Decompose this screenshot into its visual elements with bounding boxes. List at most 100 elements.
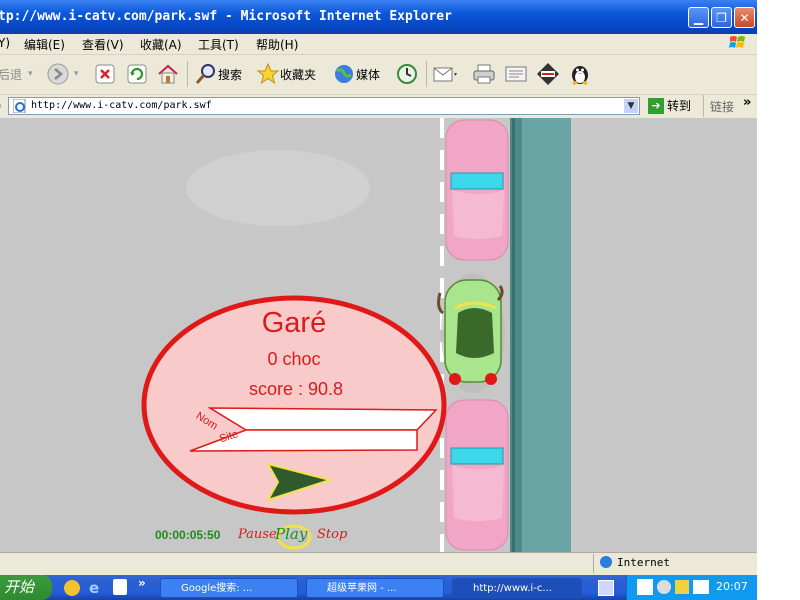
menu-file[interactable]: Y)	[0, 36, 10, 50]
home-icon	[158, 64, 178, 84]
search-icon	[195, 64, 215, 84]
print-button[interactable]	[472, 61, 496, 87]
qq-button[interactable]	[568, 61, 592, 87]
stop-button[interactable]	[94, 61, 116, 87]
menu-view[interactable]: 查看(V)	[82, 36, 124, 53]
close-button[interactable]: ✕	[734, 7, 755, 28]
menu-favorites[interactable]: 收藏(A)	[140, 36, 182, 53]
back-label: 后退	[0, 67, 23, 82]
favorites-label: 收藏夹	[280, 67, 317, 82]
home-button[interactable]	[156, 61, 180, 87]
windows-logo-icon	[729, 36, 745, 48]
name-input[interactable]	[262, 430, 412, 448]
ie-window: tp://www.i-catv.com/park.swf - Microsoft…	[0, 0, 757, 600]
forward-arrow-icon	[47, 63, 69, 85]
address-dropdown-icon[interactable]: ▼	[624, 99, 638, 113]
task-park[interactable]: http://www.i-c...	[452, 578, 582, 598]
taskbar: 开始 e » Google搜索: ... 超级苹果网 - ... http://…	[0, 575, 757, 600]
volume-icon[interactable]	[657, 580, 671, 594]
links-chevron-icon[interactable]: »	[743, 95, 751, 110]
ime-icon[interactable]	[637, 579, 653, 595]
status-title: Garé	[261, 307, 327, 339]
system-tray: 20:07	[626, 575, 757, 600]
restore-button[interactable]: ❐	[711, 7, 732, 28]
parking-scene	[0, 118, 757, 552]
mail-icon	[433, 67, 457, 82]
forward-dropdown-icon[interactable]: ▾	[74, 69, 79, 79]
menu-edit[interactable]: 编辑(E)	[24, 36, 65, 53]
media-button[interactable]: 媒体	[332, 61, 380, 87]
ie-quicklaunch-icon[interactable]: e	[89, 579, 99, 597]
media-label: 媒体	[356, 67, 381, 82]
flash-game-area[interactable]: Garé 0 choc score : 90.8 Nom Site 00:00:…	[0, 118, 757, 552]
anchor-app-icon[interactable]	[113, 579, 127, 595]
window-title: tp://www.i-catv.com/park.swf - Microsoft…	[0, 9, 452, 24]
links-button[interactable]: 链接	[710, 98, 734, 115]
address-bar: ) http://www.i-catv.com/park.swf ▼ ➔ 转到 …	[0, 95, 757, 118]
restore-icon: ❐	[716, 11, 727, 25]
zone-label: Internet	[617, 556, 670, 569]
refresh-icon	[127, 64, 147, 84]
clock: 20:07	[716, 580, 748, 593]
task-label: http://www.i-c...	[473, 583, 552, 594]
nom-banner	[207, 407, 438, 431]
play-button[interactable]: Play	[275, 525, 307, 543]
score-display: score : 90.8	[248, 379, 344, 399]
history-icon	[397, 64, 417, 84]
internet-globe-icon	[600, 556, 612, 568]
tray-app-icon[interactable]	[693, 580, 709, 594]
edit-page-icon	[505, 66, 527, 82]
toolbar-separator	[187, 61, 188, 87]
title-bar[interactable]: tp://www.i-catv.com/park.swf - Microsoft…	[0, 0, 757, 34]
address-url: http://www.i-catv.com/park.swf	[31, 100, 212, 111]
status-separator	[593, 554, 594, 573]
media-player-icon[interactable]	[64, 580, 80, 596]
close-icon: ✕	[739, 11, 750, 25]
network-icon[interactable]	[675, 580, 689, 594]
favorites-star-icon	[256, 62, 280, 85]
standard-toolbar: 后退 ▾ ▾ 搜索 收藏夹 媒体	[0, 55, 757, 95]
task-google[interactable]: Google搜索: ...	[160, 578, 298, 598]
task-apple[interactable]: 超级苹果网 - ...	[306, 578, 444, 598]
favorites-button[interactable]: 收藏夹	[256, 61, 316, 87]
go-button[interactable]: ➔ 转到	[648, 97, 691, 114]
minimize-button[interactable]: ▁	[688, 7, 709, 28]
print-icon	[473, 64, 495, 84]
back-button[interactable]: 后退 ▾	[0, 61, 33, 87]
security-zone: Internet	[600, 556, 670, 569]
parked-car-bottom	[445, 399, 509, 551]
menu-tools[interactable]: 工具(T)	[198, 36, 239, 53]
address-input[interactable]: http://www.i-catv.com/park.swf ▼	[8, 97, 640, 115]
curb	[510, 118, 522, 552]
keyboard-icon[interactable]	[598, 580, 614, 596]
menu-bar: Y) 编辑(E) 查看(V) 收藏(A) 工具(T) 帮助(H)	[0, 34, 757, 55]
refresh-button[interactable]	[126, 61, 148, 87]
sidewalk	[522, 118, 571, 552]
stop-game-button[interactable]: Stop	[317, 527, 347, 542]
status-bar: Internet	[0, 552, 757, 575]
go-arrow-icon: ➔	[648, 97, 664, 114]
game-timer: 00:00:05:50	[155, 528, 221, 542]
mail-button[interactable]	[432, 61, 458, 87]
game-button[interactable]	[536, 61, 560, 87]
back-dropdown-icon[interactable]: ▾	[28, 69, 33, 79]
start-label: 开始	[4, 578, 35, 596]
parked-car-top	[445, 119, 509, 261]
quicklaunch-chevron-icon[interactable]: »	[138, 576, 146, 590]
search-button[interactable]: 搜索	[194, 61, 242, 87]
address-separator	[703, 95, 704, 117]
media-globe-icon	[335, 65, 353, 83]
history-button[interactable]	[395, 61, 419, 87]
address-label-fragment: )	[0, 99, 1, 112]
stop-icon	[95, 64, 115, 84]
shock-count: 0 choc	[267, 349, 321, 369]
start-button[interactable]: 开始	[0, 575, 52, 600]
forward-button[interactable]: ▾	[46, 61, 79, 87]
edit-button[interactable]	[504, 61, 528, 87]
page-ie-icon	[13, 99, 26, 113]
qq-penguin-icon	[572, 66, 588, 86]
faded-oval	[186, 150, 370, 226]
go-label: 转到	[667, 99, 692, 113]
pause-button[interactable]: Pause	[238, 527, 277, 542]
menu-help[interactable]: 帮助(H)	[256, 36, 298, 53]
